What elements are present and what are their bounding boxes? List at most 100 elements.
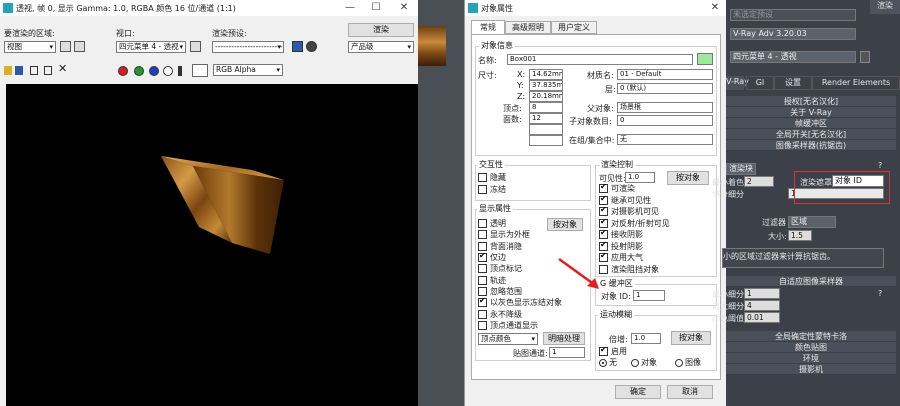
checkbox-item[interactable]: 可渲染 [599, 182, 711, 195]
multiplier-field[interactable]: 1.0 [631, 333, 661, 344]
print-icon[interactable] [44, 66, 52, 75]
tab-settings[interactable]: 设置 [774, 76, 812, 90]
filter-type-dropdown[interactable]: 区域 [788, 216, 836, 228]
sampler-help-icon[interactable]: ? [878, 161, 882, 170]
viewport-grid [410, 200, 470, 406]
clone-frame-icon[interactable] [30, 66, 38, 75]
lock-icon[interactable] [190, 41, 201, 52]
checkbox-item[interactable]: 应用大气 [599, 251, 711, 264]
edit-region-icon[interactable] [60, 41, 71, 52]
rollout-bar[interactable]: 授权[无名汉化] [726, 96, 896, 107]
rollout-bar[interactable]: 帧缓冲区 [726, 118, 896, 129]
radio-image[interactable]: 图像 [675, 357, 701, 368]
visibility-field[interactable]: 1.0 [625, 172, 655, 183]
copy-image-icon[interactable] [15, 66, 23, 75]
quality-dropdown[interactable]: 产品级 [348, 41, 414, 53]
auto-region-icon[interactable] [74, 41, 85, 52]
rollout-bar[interactable]: 摄影机 [726, 364, 896, 375]
render-button[interactable]: 渲染 [870, 0, 900, 14]
monochrome-icon[interactable] [178, 66, 182, 76]
size-field[interactable]: 1.5 [788, 230, 812, 241]
object-color-swatch[interactable] [697, 53, 713, 65]
material-name-label: 材质名: [587, 71, 614, 80]
render-setup-icon[interactable] [292, 41, 303, 52]
adaptive-help-icon[interactable]: ? [878, 289, 882, 298]
tab-gi[interactable]: GI [746, 76, 774, 90]
green-channel-icon[interactable] [134, 66, 144, 76]
rollout-bar[interactable]: 全局开关[无名汉化] [726, 129, 896, 140]
preset-dropdown[interactable]: 未选定预设 [730, 9, 856, 21]
ok-button[interactable]: 确定 [615, 385, 661, 399]
checkbox-item[interactable]: 对反射/折射可见 [599, 217, 711, 230]
tab-vray[interactable]: V-Ray [726, 76, 749, 90]
adaptive-row-field[interactable]: 0.01 [744, 312, 780, 323]
map-channel-field[interactable]: 1 [549, 347, 585, 358]
checkbox-item[interactable]: 以灰色显示冻结对象 [478, 296, 588, 308]
hide-checkbox[interactable]: 隐藏 [478, 172, 506, 183]
view-dropdown[interactable]: 四元菜单 4 - 透视 [730, 51, 856, 63]
area-dropdown[interactable]: 视图 [4, 41, 56, 53]
enable-checkbox[interactable]: 启用 [599, 345, 627, 357]
object-id-field[interactable]: 1 [633, 290, 665, 301]
interactivity-group [475, 165, 591, 201]
checkbox-label: 投射阴影 [611, 241, 643, 251]
tab-render-elements[interactable]: Render Elements [812, 76, 900, 90]
checkbox-item[interactable]: 透明 [478, 218, 588, 229]
checkbox-item[interactable]: 接收阴影 [599, 228, 711, 241]
freeze-checkbox[interactable]: 冻结 [478, 184, 506, 195]
cancel-button[interactable]: 取消 [667, 385, 713, 399]
rollout-bar[interactable]: 图像采样器(抗锯齿) [726, 140, 896, 151]
size-label: 大小: [768, 232, 787, 241]
checkbox-item[interactable]: 渲染阻挡对象 [599, 264, 711, 276]
sampler-type-dropdown[interactable]: 渲染块 [726, 163, 756, 175]
shading-button[interactable]: 明暗处理 [543, 332, 585, 345]
save-image-icon[interactable] [4, 66, 12, 75]
viewport-dropdown[interactable]: 四元菜单 4 - 透视 [116, 41, 186, 53]
color-swatch[interactable] [192, 64, 208, 77]
radio-object[interactable]: 对象 [631, 357, 657, 368]
checkbox-item[interactable]: 投射阴影 [599, 240, 711, 253]
rollout-bar[interactable]: 环境 [726, 353, 896, 364]
dialog-close-button[interactable]: ✕ [705, 0, 725, 16]
blue-channel-icon[interactable] [149, 66, 159, 76]
min-shading-field[interactable]: 2 [744, 176, 774, 187]
checkbox-item[interactable]: 顶点通道显示 [478, 320, 588, 331]
radio-none[interactable]: 无 [599, 357, 617, 368]
tab-advanced-lighting[interactable]: 高级照明 [505, 21, 551, 34]
motion-by-object-button[interactable]: 按对象 [671, 331, 711, 345]
adaptive-row-field[interactable]: 1 [744, 288, 780, 299]
rollout-bar[interactable]: 颜色贴图 [726, 342, 896, 353]
tab-general[interactable]: 常规 [471, 20, 505, 34]
render-button[interactable]: 渲染 [348, 23, 414, 37]
adaptive-row-field[interactable]: 4 [744, 300, 780, 311]
clear-icon[interactable]: ✕ [58, 63, 68, 75]
checkbox-item[interactable]: 永不降级 [478, 308, 588, 319]
rollout-bar[interactable]: 关于 V-Ray [726, 107, 896, 118]
checkbox-label: 顶点通道显示 [490, 320, 538, 330]
checkbox-item[interactable]: 对摄影机可见 [599, 205, 711, 218]
tab-user-defined[interactable]: 用户定义 [551, 21, 597, 34]
environment-icon[interactable] [306, 41, 317, 52]
channel-dropdown[interactable]: RGB Alpha [213, 64, 283, 76]
minimize-button[interactable]: — [340, 0, 360, 16]
rollout-adaptive-sampler[interactable]: 自适应图像采样器 [726, 276, 896, 287]
preset-dropdown[interactable]: ------------------------- [212, 41, 284, 53]
maximize-button[interactable]: ☐ [366, 0, 386, 16]
red-channel-icon[interactable] [118, 66, 128, 76]
checkbox-item[interactable]: 显示为外框 [478, 229, 588, 240]
renderer-dropdown[interactable]: V-Ray Adv 3.20.03 [730, 28, 856, 40]
adaptive-row: 颜色阈值 0.01 [712, 312, 896, 324]
dialog-titlebar[interactable]: 对象属性 ✕ [465, 0, 726, 16]
faces-field: 12 [529, 113, 563, 124]
name-field[interactable]: Box001 [507, 54, 693, 65]
render-window-titlebar[interactable]: 透视, 帧 0, 显示 Gamma: 1.0, RGBA 颜色 16 位/通道 … [0, 0, 418, 16]
alpha-channel-icon[interactable] [163, 66, 173, 76]
render-image[interactable] [6, 84, 418, 406]
radio-none-label: 无 [609, 358, 617, 367]
rollout-bar[interactable]: 全局确定性蒙特卡洛 [726, 331, 896, 342]
checkbox-item[interactable]: 继承可见性 [599, 194, 711, 207]
checkbox-item[interactable]: 背面消隐 [478, 241, 588, 252]
lock-view-icon[interactable] [860, 51, 870, 63]
vertex-color-dropdown[interactable]: 顶点颜色 [478, 333, 538, 345]
close-button[interactable]: ✕ [394, 0, 414, 16]
